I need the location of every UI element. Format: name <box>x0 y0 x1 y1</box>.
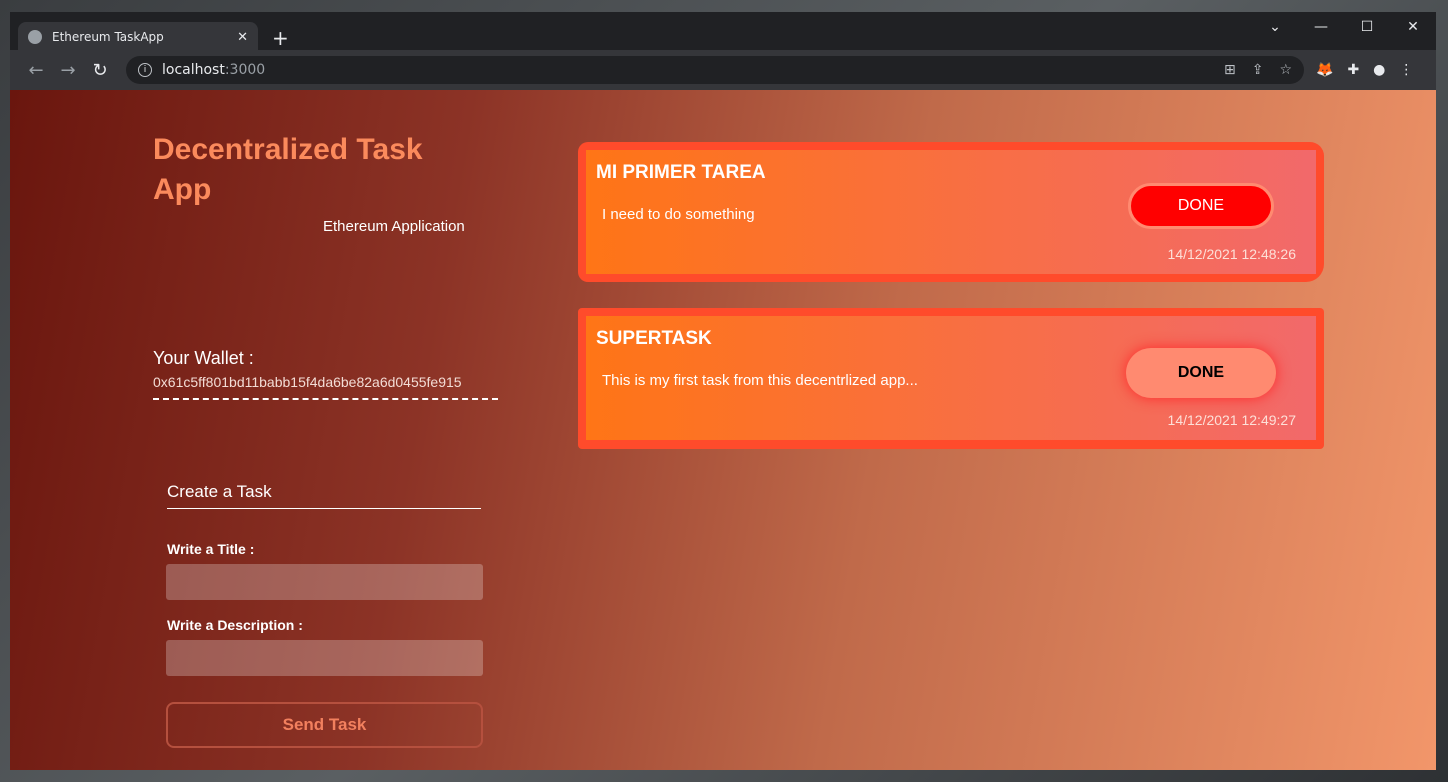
translate-icon[interactable]: ⊞ <box>1224 62 1236 78</box>
task-description: I need to do something <box>602 206 755 223</box>
browser-window: Ethereum TaskApp ✕ + ⌄ — ☐ ✕ ← → ↻ i loc… <box>10 12 1436 770</box>
done-button[interactable]: DONE <box>1126 348 1276 398</box>
close-tab-icon[interactable]: ✕ <box>237 30 248 45</box>
maximize-icon[interactable]: ☐ <box>1344 12 1390 42</box>
description-label: Write a Description : <box>167 617 303 633</box>
url-port: :3000 <box>224 62 266 78</box>
title-input[interactable] <box>166 564 483 600</box>
create-task-heading: Create a Task <box>167 482 481 509</box>
wallet-address: 0x61c5ff801bd11babb15f4da6be82a6d0455fe9… <box>153 374 498 400</box>
url-host: localhost <box>162 62 225 78</box>
new-tab-button[interactable]: + <box>272 26 289 50</box>
toolbar: ← → ↻ i localhost:3000 ⊞ ⇪ ☆ 🦊 ✚ ● ⋮ <box>10 50 1436 90</box>
chevron-down-icon[interactable]: ⌄ <box>1252 12 1298 42</box>
task-title: SUPERTASK <box>596 328 712 349</box>
minimize-icon[interactable]: — <box>1298 12 1344 42</box>
profile-icon[interactable]: ● <box>1373 62 1385 78</box>
info-icon[interactable]: i <box>138 63 152 77</box>
forward-icon[interactable]: → <box>52 60 84 81</box>
address-bar[interactable]: i localhost:3000 ⊞ ⇪ ☆ <box>126 56 1304 84</box>
metamask-icon[interactable]: 🦊 <box>1316 62 1333 78</box>
tab-bar: Ethereum TaskApp ✕ + ⌄ — ☐ ✕ <box>10 12 1436 52</box>
task-card: MI PRIMER TAREA I need to do something D… <box>578 142 1324 282</box>
tab-title: Ethereum TaskApp <box>52 30 164 44</box>
menu-icon[interactable]: ⋮ <box>1399 62 1413 78</box>
share-icon[interactable]: ⇪ <box>1252 62 1264 78</box>
globe-icon <box>28 30 42 44</box>
wallet-label: Your Wallet : <box>153 348 254 368</box>
tab-ethereum-taskapp[interactable]: Ethereum TaskApp ✕ <box>18 22 258 52</box>
send-task-button[interactable]: Send Task <box>166 702 483 748</box>
description-input[interactable] <box>166 640 483 676</box>
extensions-icon[interactable]: ✚ <box>1347 62 1359 78</box>
task-card: SUPERTASK This is my first task from thi… <box>578 308 1324 449</box>
task-title: MI PRIMER TAREA <box>596 162 766 183</box>
task-date: 14/12/2021 12:49:27 <box>1167 412 1296 428</box>
app-page: Decentralized Task App Ethereum Applicat… <box>10 90 1436 770</box>
app-subtitle: Ethereum Application <box>323 218 465 235</box>
app-title: Decentralized Task App <box>153 133 423 206</box>
title-label: Write a Title : <box>167 541 255 557</box>
reload-icon[interactable]: ↻ <box>84 60 116 81</box>
window-close-icon[interactable]: ✕ <box>1390 12 1436 42</box>
done-button[interactable]: DONE <box>1128 183 1274 229</box>
star-icon[interactable]: ☆ <box>1279 62 1292 78</box>
task-description: This is my first task from this decentrl… <box>602 372 918 389</box>
task-date: 14/12/2021 12:48:26 <box>1167 246 1296 262</box>
back-icon[interactable]: ← <box>20 60 52 81</box>
